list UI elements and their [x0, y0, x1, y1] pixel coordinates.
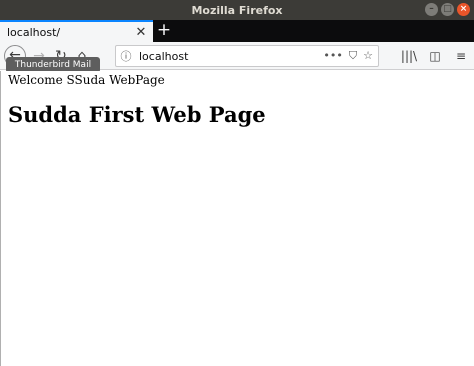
info-icon[interactable]: ⓘ — [116, 48, 136, 64]
page-content: Welcome SSuda WebPage Sudda First Web Pa… — [0, 71, 474, 366]
maximize-button[interactable]: □ — [441, 3, 454, 16]
window-controls: – □ × — [425, 3, 470, 16]
hamburger-menu-icon[interactable]: ≡ — [452, 46, 470, 66]
close-icon[interactable]: ✕ — [135, 25, 147, 40]
star-icon[interactable]: ☆ — [363, 49, 373, 63]
library-icon[interactable]: |||\ — [400, 46, 418, 66]
url-bar[interactable]: ⓘ localhost ••• ⛉ ☆ — [115, 45, 379, 67]
page-heading: Sudda First Web Page — [8, 102, 266, 127]
welcome-text: Welcome SSuda WebPage — [8, 73, 165, 87]
new-tab-button[interactable]: + — [153, 20, 175, 42]
tab-strip: localhost/ ✕ + — [0, 20, 474, 42]
tab-title: localhost/ — [7, 25, 61, 39]
more-icon[interactable]: ••• — [323, 49, 342, 63]
sidebar-icon[interactable]: ◫ — [426, 46, 444, 66]
url-actions: ••• ⛉ ☆ — [323, 49, 378, 63]
window-title: Mozilla Firefox — [191, 3, 283, 17]
minimize-button[interactable]: – — [425, 3, 438, 16]
close-button[interactable]: × — [457, 3, 470, 16]
tab-localhost[interactable]: localhost/ ✕ — [0, 20, 153, 42]
toolbar-right: |||\ ◫ ≡ — [400, 46, 470, 66]
url-text[interactable]: localhost — [136, 50, 323, 63]
window-titlebar: Mozilla Firefox – □ × — [0, 0, 474, 20]
pocket-icon[interactable]: ⛉ — [349, 49, 357, 63]
